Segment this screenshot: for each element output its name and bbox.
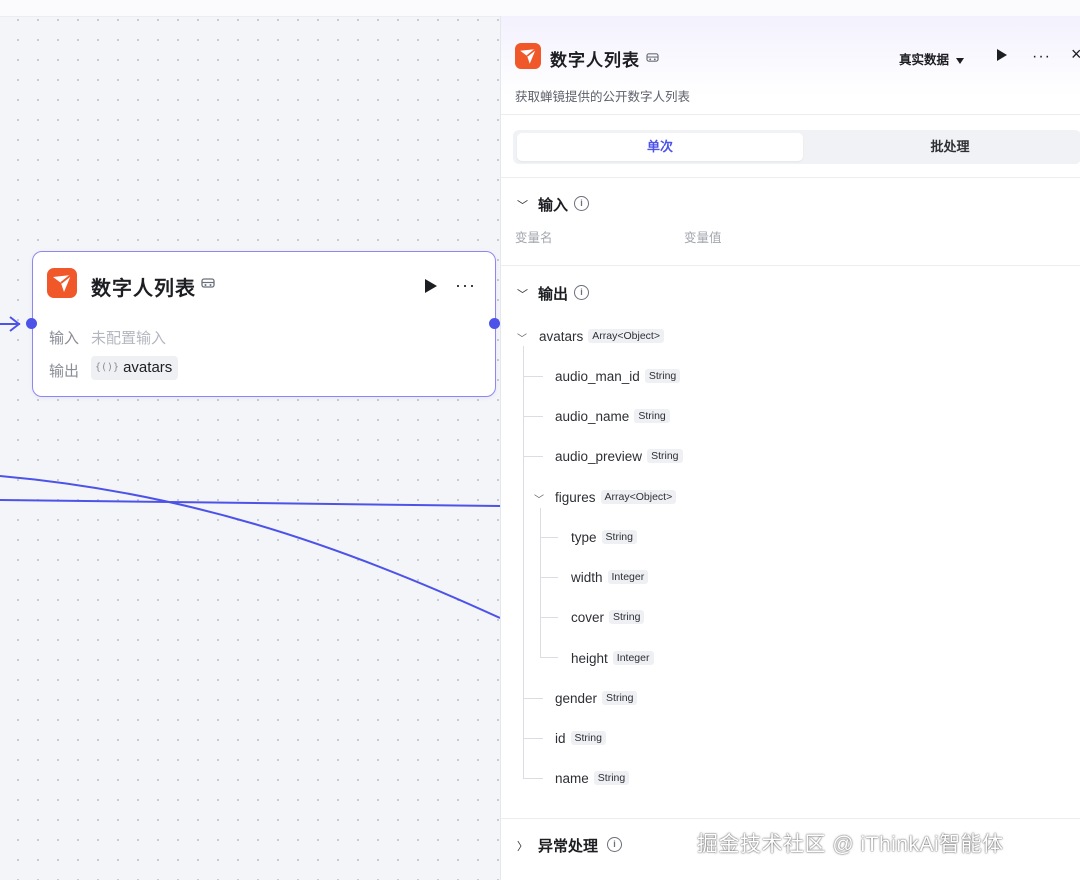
chevron-down-icon[interactable]: ﹀: [517, 286, 528, 302]
field-name: width: [571, 569, 603, 585]
panel-more-icon[interactable]: ···: [1032, 49, 1051, 65]
field-name: figures: [555, 489, 596, 505]
tree-guide: [523, 416, 543, 417]
field-name: gender: [555, 690, 598, 706]
field-type: String: [570, 731, 606, 745]
chevron-down-icon[interactable]: ﹀: [534, 491, 544, 506]
field-type: String: [609, 610, 645, 624]
tree-node: id String: [555, 728, 606, 748]
field-name: audio_preview: [555, 448, 643, 464]
node-input-value: 未配置输入: [91, 330, 167, 347]
tree-node: audio_preview String: [555, 446, 683, 466]
run-mode-tabs: 单次 批处理: [513, 130, 1080, 164]
plugin-node-card[interactable]: 数字人列表 ··· 输入 未配置输入 输出 {()} avatars: [26, 251, 500, 397]
tree-guide: [523, 346, 524, 779]
divider: [501, 818, 1080, 819]
node-output-label: 输出: [49, 363, 80, 380]
edge-line-2: [0, 499, 500, 507]
output-section-title: 输出: [538, 286, 569, 303]
tree-guide: [523, 376, 543, 377]
tree-node: avatars Array<Object>: [539, 326, 664, 346]
tree-node: audio_name String: [555, 406, 670, 426]
tree-guide: [540, 508, 541, 658]
panel-description: 获取蝉镜提供的公开数字人列表: [515, 90, 691, 104]
close-icon[interactable]: ×: [1071, 44, 1080, 65]
node-input-handle[interactable]: [26, 318, 37, 329]
divider: [501, 265, 1080, 266]
field-type: Integer: [612, 651, 654, 665]
tree-node: figures Array<Object>: [555, 487, 677, 507]
error-section-title: 异常处理: [538, 838, 599, 855]
tab-single[interactable]: 单次: [517, 133, 803, 161]
tree-guide: [540, 537, 558, 538]
field-name: type: [571, 529, 597, 545]
node-output-var: avatars: [123, 359, 173, 376]
node-output-chip: {()} avatars: [91, 356, 179, 380]
field-name: avatars: [539, 328, 584, 344]
field-type: String: [602, 691, 638, 705]
field-name: audio_name: [555, 408, 630, 424]
plugin-icon: [201, 277, 215, 292]
tree-guide: [540, 577, 558, 578]
panel-plugin-icon: [646, 50, 659, 68]
field-type: String: [601, 530, 637, 544]
node-detail-panel: 数字人列表 真实数据 ··· × 获取蝉镜提供的公开数字人列表 单次 批处理 ﹀…: [500, 16, 1080, 880]
info-icon[interactable]: i: [574, 285, 589, 300]
node-output-handle[interactable]: [489, 318, 500, 329]
chevron-down-icon[interactable]: ﹀: [517, 197, 528, 213]
field-type: String: [644, 369, 681, 383]
tree-guide: [523, 738, 543, 739]
field-name: id: [555, 730, 566, 746]
tree-guide: [540, 657, 558, 658]
info-icon[interactable]: i: [607, 837, 622, 852]
node-more-icon[interactable]: ···: [455, 276, 476, 294]
field-name: name: [555, 770, 589, 786]
tree-node: width Integer: [571, 567, 649, 587]
tree-node: audio_man_id String: [555, 366, 681, 386]
field-type: Array<Object>: [588, 329, 664, 343]
field-type: String: [593, 771, 630, 785]
info-icon[interactable]: i: [574, 196, 589, 211]
tree-node: cover String: [571, 607, 645, 627]
panel-run-button[interactable]: [997, 49, 1007, 61]
chevron-down-icon[interactable]: ﹀: [517, 330, 527, 345]
node-input-label: 输入: [49, 330, 80, 347]
data-mode-select[interactable]: 真实数据: [899, 49, 965, 68]
panel-title: 数字人列表: [550, 51, 640, 70]
node-title: 数字人列表: [91, 278, 196, 300]
tree-guide: [540, 617, 558, 618]
tree-guide: [523, 698, 543, 699]
chevron-right-icon[interactable]: ﹀: [515, 841, 531, 852]
field-type: String: [647, 449, 683, 463]
tree-node: name String: [555, 768, 630, 788]
field-type: String: [634, 409, 670, 423]
col-var-name: 变量名: [515, 231, 553, 245]
tab-batch[interactable]: 批处理: [805, 133, 1080, 161]
app-logo-icon: [47, 268, 77, 298]
caret-down-icon: [956, 57, 965, 64]
data-mode-label: 真实数据: [899, 53, 950, 67]
tree-node: type String: [571, 527, 637, 547]
object-brace-icon: {()}: [95, 362, 120, 373]
tree-guide: [523, 778, 543, 779]
divider: [501, 177, 1080, 178]
node-run-button[interactable]: [425, 279, 437, 293]
field-type: Integer: [607, 570, 649, 584]
connection-edges: [0, 316, 500, 619]
tree-guide: [523, 456, 543, 457]
divider: [501, 114, 1080, 115]
input-section-title: 输入: [538, 197, 569, 214]
field-name: height: [571, 650, 608, 666]
tree-node: gender String: [555, 688, 638, 708]
field-name: cover: [571, 609, 605, 625]
tree-node: height Integer: [571, 648, 654, 668]
col-var-value: 变量值: [684, 231, 722, 245]
field-type: Array<Object>: [600, 490, 677, 504]
field-name: audio_man_id: [555, 368, 640, 384]
panel-logo-icon: [515, 43, 541, 69]
edge-line-1: [0, 475, 500, 619]
watermark: 掘金技术社区 @ iThinkAi智能体: [697, 833, 1004, 856]
